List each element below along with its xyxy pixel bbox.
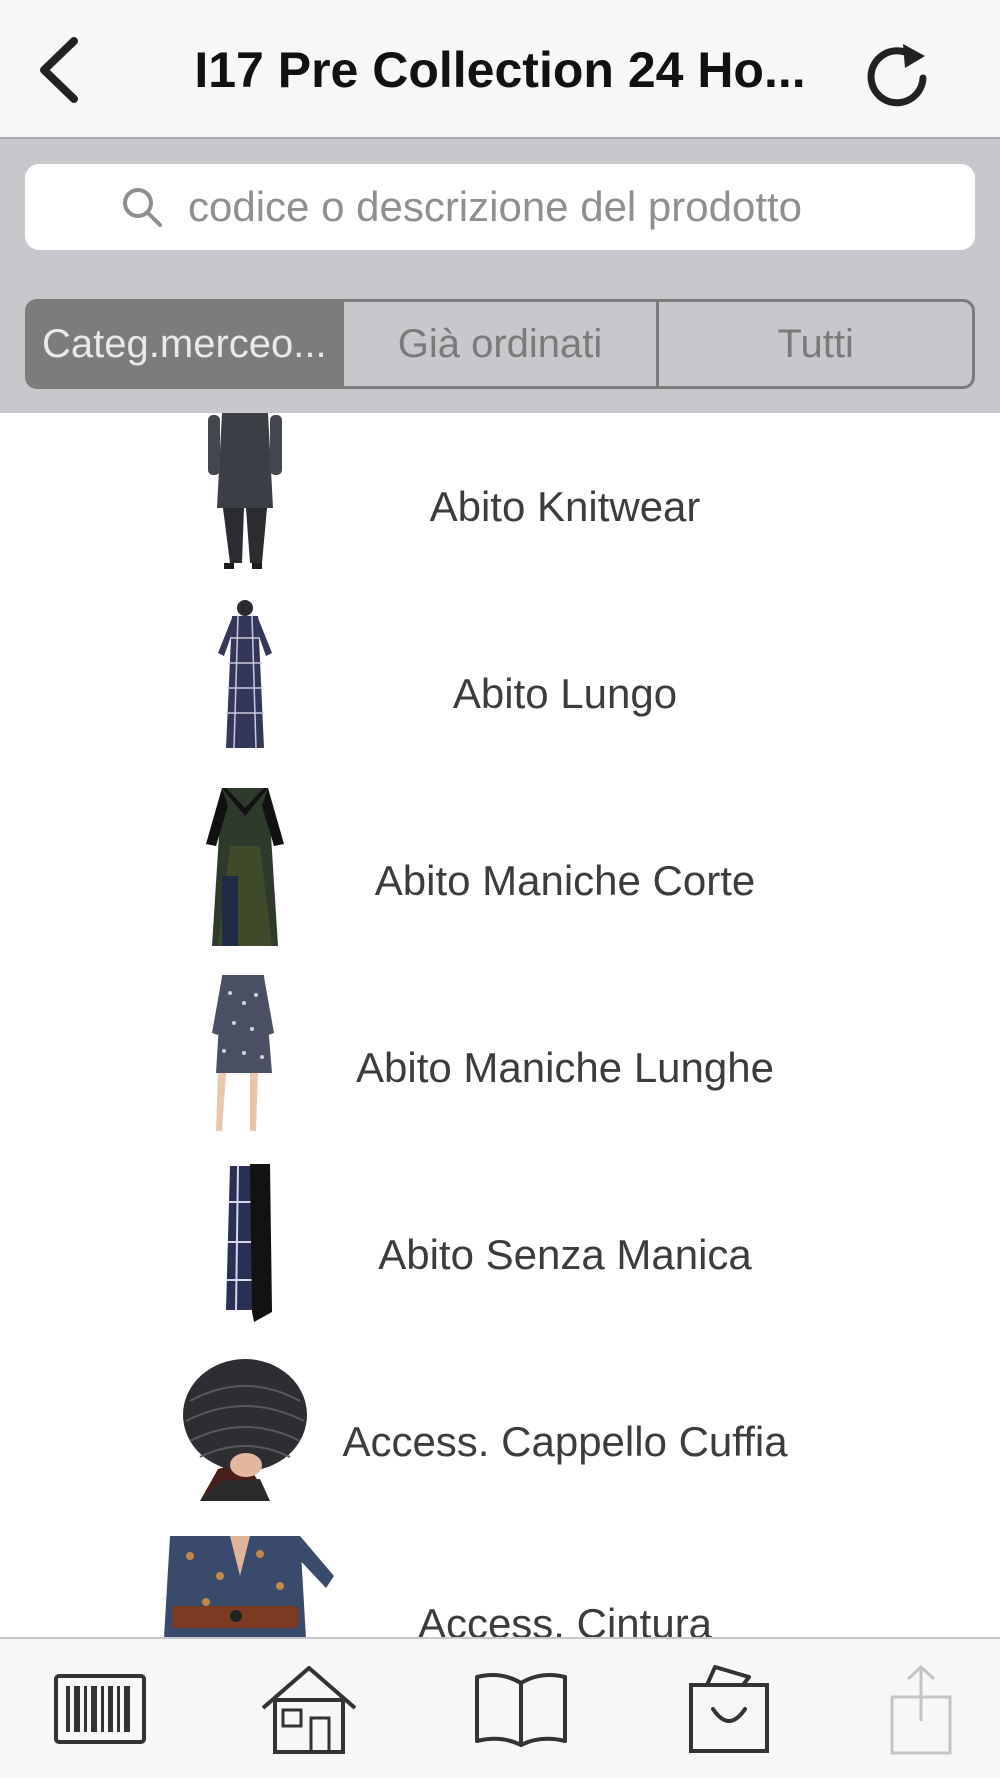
product-thumbnail: [226, 1164, 272, 1322]
product-thumbnail: [208, 413, 282, 569]
category-label: Abito Maniche Lunghe: [356, 1044, 774, 1091]
product-thumbnail: [183, 1359, 307, 1501]
home-icon: [261, 1666, 357, 1754]
page-title: I17 Pre Collection 24 Ho...: [194, 41, 806, 98]
search-input[interactable]: [186, 182, 880, 232]
navigation-bar: I17 Pre Collection 24 Ho...: [0, 0, 1000, 139]
refresh-button[interactable]: [848, 24, 948, 120]
segment-all[interactable]: Tutti: [656, 302, 972, 386]
tab-barcode[interactable]: [35, 1649, 165, 1769]
search-icon: [123, 188, 162, 227]
list-item[interactable]: Abito Maniche Corte: [0, 787, 1000, 974]
product-thumbnail: [218, 600, 272, 749]
category-label: Abito Knitwear: [429, 483, 701, 530]
search-bar[interactable]: [25, 164, 975, 250]
back-button[interactable]: [14, 22, 104, 118]
list-item[interactable]: Abito Senza Manica: [0, 1161, 1000, 1348]
list-item[interactable]: Abito Maniche Lunghe: [0, 974, 1000, 1161]
tab-cart[interactable]: [665, 1649, 795, 1769]
refresh-icon: [867, 44, 927, 107]
list-item[interactable]: Abito Lungo: [0, 600, 1000, 787]
category-label: Access. Cintura: [417, 1600, 713, 1637]
list-item[interactable]: Access. Cintura: [0, 1535, 1000, 1637]
tab-home[interactable]: [244, 1649, 374, 1769]
category-label: Abito Maniche Corte: [374, 857, 756, 904]
filter-panel: Categ.merceo... Già ordinati Tutti: [0, 139, 1000, 413]
barcode-icon: [54, 1674, 146, 1744]
category-label: Abito Lungo: [452, 670, 678, 717]
tab-bar: [0, 1637, 1000, 1778]
list-item[interactable]: Access. Cappello Cuffia: [0, 1348, 1000, 1535]
tab-catalog[interactable]: [456, 1649, 586, 1769]
app-screen: I17 Pre Collection 24 Ho... Categ.merceo…: [0, 0, 1000, 1778]
segmented-control: Categ.merceo... Già ordinati Tutti: [25, 299, 975, 389]
product-thumbnail: [206, 788, 284, 946]
list-item[interactable]: Abito Knitwear: [0, 413, 1000, 600]
product-thumbnail: [212, 975, 274, 1131]
chevron-left-icon: [40, 37, 78, 103]
catalog-book-icon: [475, 1673, 567, 1747]
segment-category[interactable]: Categ.merceo...: [28, 302, 341, 386]
segment-already-ordered[interactable]: Già ordinati: [340, 302, 657, 386]
product-thumbnail: [164, 1536, 334, 1637]
shopping-bag-icon: [689, 1665, 769, 1753]
category-label: Abito Senza Manica: [378, 1231, 752, 1278]
tab-share[interactable]: [856, 1649, 986, 1769]
category-list[interactable]: Abito Knitwear Abito Lungo Abito Maniche…: [0, 413, 1000, 1637]
category-label: Access. Cappello Cuffia: [342, 1418, 788, 1465]
share-icon: [890, 1664, 952, 1755]
